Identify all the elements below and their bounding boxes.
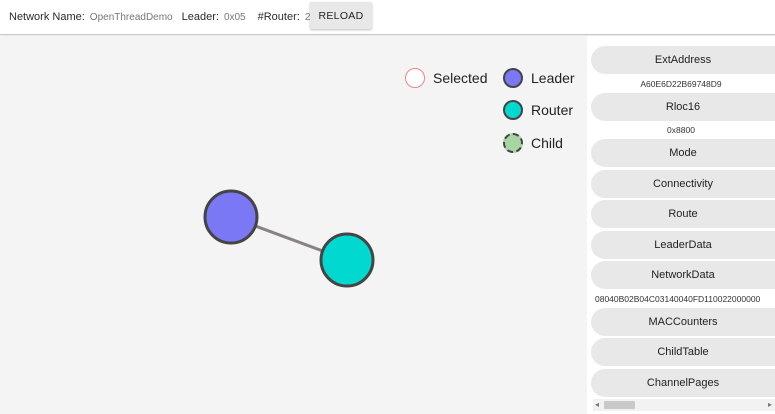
network-data-button[interactable]: NetworkData	[591, 261, 775, 289]
child-legend-icon	[503, 133, 523, 153]
node-info-panel: ExtAddress A60E6D22B69748D9 Rloc16 0x880…	[587, 36, 775, 414]
leader-label: Leader:	[181, 11, 219, 23]
legend-selected: Selected	[405, 68, 487, 88]
network-data-value: 08040B02B04C03140040FD110022000000	[595, 294, 761, 304]
reload-button[interactable]: RELOAD	[310, 2, 372, 29]
router-count-label: #Router:	[257, 11, 300, 23]
leader-data-button[interactable]: LeaderData	[591, 231, 775, 259]
legend-leader: Leader	[503, 68, 575, 88]
scrollbar-thumb[interactable]	[604, 401, 635, 409]
scroll-right-icon[interactable]: ▸	[768, 399, 772, 411]
rloc16-value: 0x8800	[667, 125, 695, 135]
rloc16-button[interactable]: Rloc16	[591, 93, 775, 121]
top-bar: Network Name: OpenThreadDemo Leader: 0x0…	[0, 0, 775, 35]
child-table-button[interactable]: ChildTable	[591, 338, 775, 366]
ext-address-value: A60E6D22B69748D9	[640, 79, 722, 89]
channel-pages-button[interactable]: ChannelPages	[591, 369, 775, 397]
route-button[interactable]: Route	[591, 200, 775, 228]
legend-leader-label: Leader	[531, 70, 575, 86]
topology-graph	[203, 189, 375, 288]
mode-button[interactable]: Mode	[591, 139, 775, 167]
topology-canvas[interactable]: Selected Leader Router Child	[0, 36, 587, 414]
network-name-label: Network Name:	[9, 11, 85, 23]
legend-router: Router	[503, 100, 573, 120]
router-node[interactable]	[319, 232, 375, 288]
selected-legend-icon	[405, 68, 425, 88]
network-name-value: OpenThreadDemo	[89, 11, 173, 23]
horizontal-scrollbar[interactable]: ◂ ▸	[593, 399, 775, 411]
leader-legend-icon	[503, 68, 523, 88]
leader-value: 0x05	[223, 11, 246, 23]
legend-child: Child	[503, 133, 563, 153]
mac-counters-button[interactable]: MACCounters	[591, 308, 775, 336]
router-legend-icon	[503, 100, 523, 120]
legend-router-label: Router	[531, 102, 574, 118]
ext-address-button[interactable]: ExtAddress	[591, 46, 775, 74]
legend-child-label: Child	[531, 135, 563, 151]
connectivity-button[interactable]: Connectivity	[591, 170, 775, 198]
legend-selected-label: Selected	[433, 70, 488, 86]
scroll-left-icon[interactable]: ◂	[595, 399, 599, 411]
leader-node[interactable]	[203, 189, 259, 245]
